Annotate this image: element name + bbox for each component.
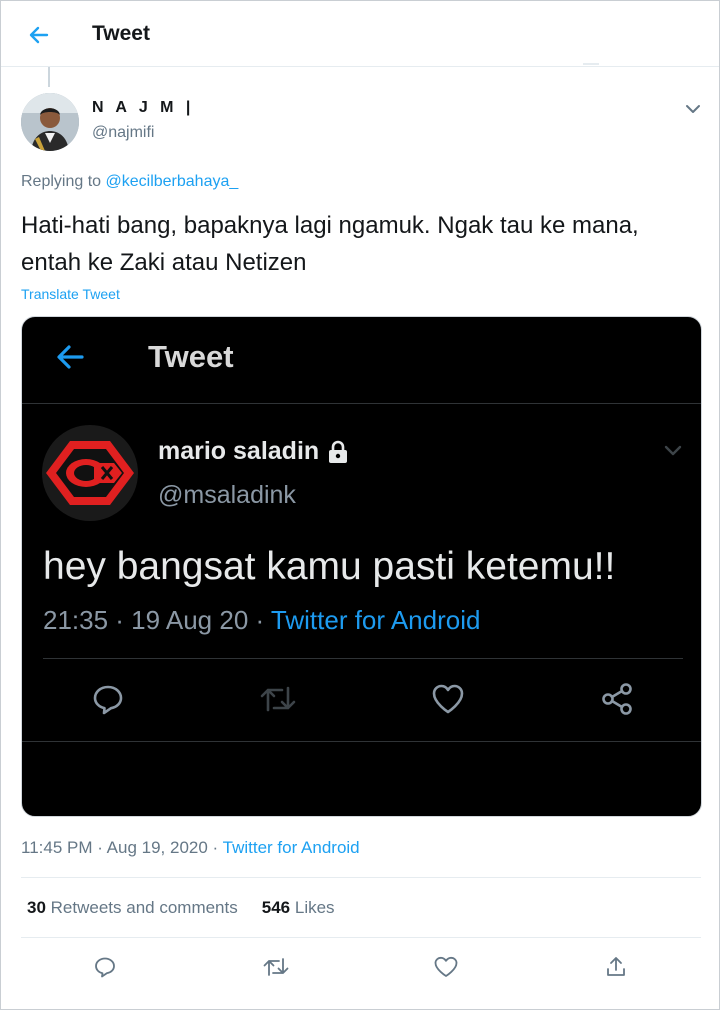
embedded-author-handle: @msaladink (158, 481, 296, 509)
chevron-down-icon (664, 445, 682, 456)
likes-stat[interactable]: 546 Likes (262, 898, 335, 918)
embedded-share (595, 677, 639, 721)
tweet-timestamp: 11:45 PM · Aug 19, 2020 · Twitter for An… (21, 838, 360, 858)
tweet-stats: 30 Retweets and comments 546 Likes (27, 898, 335, 918)
brand-logo-icon (46, 441, 134, 505)
embedded-caret (662, 439, 684, 466)
embedded-like (426, 677, 470, 721)
retweet-button[interactable] (256, 947, 296, 987)
divider (21, 877, 701, 878)
more-options-button[interactable] (681, 97, 705, 121)
chevron-down-icon (686, 105, 700, 113)
tweet-time[interactable]: 11:45 PM · Aug 19, 2020 · (21, 838, 223, 857)
embedded-meta: 21:35 · 19 Aug 20 · Twitter for Android (43, 605, 480, 636)
translate-tweet-link[interactable]: Translate Tweet (21, 286, 120, 302)
replying-to: Replying to @kecilberbahaya_ (21, 173, 238, 191)
replying-to-link[interactable]: @kecilberbahaya_ (106, 173, 239, 190)
tweet-media-image[interactable]: Tweet mario saladin @msaladink hey bangs… (21, 316, 702, 817)
embedded-author-name-text: mario saladin (158, 437, 320, 465)
divider-mark (583, 63, 599, 65)
embedded-divider (22, 741, 701, 742)
page-title: Tweet (92, 22, 150, 45)
avatar[interactable] (21, 93, 79, 151)
retweets-stat[interactable]: 30 Retweets and comments (27, 898, 238, 918)
embedded-source: Twitter for Android (270, 605, 481, 635)
arrow-left-icon (29, 26, 49, 44)
retweets-label: Retweets and comments (50, 898, 238, 917)
author-name[interactable]: N A J M | (92, 99, 194, 117)
embedded-reply (86, 677, 130, 721)
heart-icon (432, 684, 464, 714)
embedded-avatar (42, 425, 138, 521)
heart-icon (434, 956, 458, 977)
replying-to-label: Replying to (21, 173, 102, 190)
comment-icon (95, 957, 115, 978)
embedded-tweet-text: hey bangsat kamu pasti ketemu!! (43, 545, 616, 588)
avatar-image (21, 93, 79, 151)
author-handle[interactable]: @najmifi (92, 124, 154, 142)
embedded-actions (22, 677, 701, 737)
tweet-actions (1, 947, 719, 987)
share-icon (602, 683, 632, 715)
retweet-icon (263, 958, 289, 976)
upload-share-icon (607, 957, 625, 976)
likes-count: 546 (261, 898, 291, 917)
retweets-count: 30 (27, 898, 46, 917)
share-button[interactable] (596, 947, 636, 987)
tweet-text: Hati-hati bang, bapaknya lagi ngamuk. Ng… (21, 212, 639, 276)
comment-icon (93, 685, 123, 715)
embedded-title: Tweet (148, 339, 234, 374)
lock-icon (329, 440, 348, 463)
reply-button[interactable] (85, 947, 125, 987)
embedded-time: 21:35 · 19 Aug 20 · (43, 605, 271, 635)
likes-label: Likes (294, 898, 335, 917)
top-bar: Tweet (1, 1, 719, 67)
thread-connector (48, 67, 50, 87)
embedded-divider (43, 658, 683, 659)
retweet-icon (260, 686, 296, 712)
divider (21, 937, 701, 938)
embedded-author-name: mario saladin (158, 437, 349, 466)
like-button[interactable] (426, 947, 466, 987)
arrow-left-icon (57, 345, 84, 369)
tweet-page: Tweet N A J M | @najmifi Replying to @ke… (0, 0, 720, 1010)
embedded-retweet (256, 677, 300, 721)
embedded-divider (22, 403, 701, 404)
embedded-back-arrow (54, 339, 94, 375)
tweet-source[interactable]: Twitter for Android (223, 838, 360, 857)
back-button[interactable] (23, 19, 55, 51)
